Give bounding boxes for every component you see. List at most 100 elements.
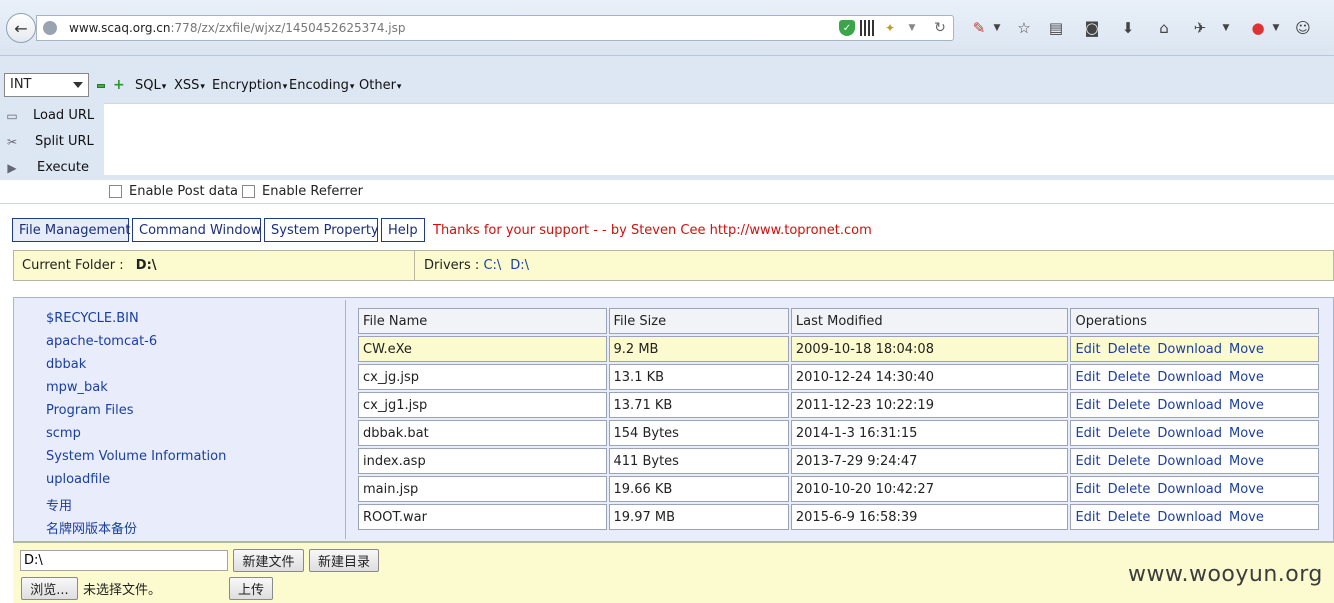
- edit-link[interactable]: Edit: [1075, 370, 1100, 385]
- download-link[interactable]: Download: [1157, 370, 1222, 385]
- delete-link[interactable]: Delete: [1108, 342, 1151, 357]
- file-name[interactable]: CW.eXe: [358, 336, 607, 362]
- qr-icon[interactable]: [860, 20, 876, 36]
- dir-link[interactable]: scmp: [46, 426, 81, 441]
- download-link[interactable]: Download: [1157, 454, 1222, 469]
- split-url-label: Split URL: [35, 134, 94, 149]
- plus-icon[interactable]: +: [113, 78, 125, 92]
- tab-command-window[interactable]: Command Window: [132, 218, 261, 242]
- delete-link[interactable]: Delete: [1108, 426, 1151, 441]
- file-name[interactable]: main.jsp: [358, 476, 607, 502]
- edit-link[interactable]: Edit: [1075, 510, 1100, 525]
- addon-icon[interactable]: ✈: [1189, 17, 1211, 39]
- emoji-icon[interactable]: ☺: [1292, 17, 1314, 39]
- execute-button[interactable]: ▶ Execute: [0, 157, 100, 179]
- shield-icon[interactable]: ✓: [839, 20, 855, 36]
- menu-sql[interactable]: SQL: [135, 78, 166, 93]
- move-link[interactable]: Move: [1229, 370, 1264, 385]
- back-icon[interactable]: ←: [6, 13, 36, 43]
- drive-link-c[interactable]: C:\: [483, 258, 501, 273]
- menu-encoding[interactable]: Encoding: [289, 78, 354, 93]
- move-link[interactable]: Move: [1229, 426, 1264, 441]
- menu-xss[interactable]: XSS: [174, 78, 205, 93]
- file-name[interactable]: cx_jg1.jsp: [358, 392, 607, 418]
- move-link[interactable]: Move: [1229, 482, 1264, 497]
- tab-file-management[interactable]: File Management: [12, 218, 131, 242]
- file-name[interactable]: dbbak.bat: [358, 420, 607, 446]
- new-directory-button[interactable]: 新建目录: [309, 549, 379, 572]
- dir-link[interactable]: dbbak: [46, 357, 86, 372]
- file-size: 9.2 MB: [608, 336, 789, 362]
- drive-link-d[interactable]: D:\: [510, 258, 529, 273]
- move-link[interactable]: Move: [1229, 342, 1264, 357]
- move-link[interactable]: Move: [1229, 454, 1264, 469]
- upload-button[interactable]: 上传: [229, 577, 273, 600]
- move-link[interactable]: Move: [1229, 510, 1264, 525]
- overflow-icon[interactable]: ▼: [1215, 17, 1237, 39]
- dir-link[interactable]: $RECYCLE.BIN: [46, 311, 139, 326]
- download-link[interactable]: Download: [1157, 482, 1222, 497]
- operations-cell: Edit Delete Download Move: [1070, 336, 1319, 362]
- dir-link[interactable]: Program Files: [46, 403, 134, 418]
- file-name[interactable]: index.asp: [358, 448, 607, 474]
- browse-button[interactable]: 浏览...: [21, 577, 78, 600]
- path-input[interactable]: [20, 550, 228, 571]
- column-header: File Name: [358, 308, 607, 334]
- dir-link[interactable]: apache-tomcat-6: [46, 334, 157, 349]
- enable-post-checkbox[interactable]: Enable Post data: [109, 183, 238, 199]
- checkbox-box[interactable]: [242, 184, 255, 198]
- new-file-button[interactable]: 新建文件: [233, 549, 304, 572]
- menu-other[interactable]: Other: [359, 78, 401, 93]
- dir-link[interactable]: 名牌网版本备份: [46, 518, 137, 537]
- dir-link[interactable]: uploadfile: [46, 472, 110, 487]
- delete-link[interactable]: Delete: [1108, 510, 1151, 525]
- reading-list-icon[interactable]: ▤: [1045, 17, 1067, 39]
- menu-encryption[interactable]: Encryption: [212, 78, 287, 93]
- url-bar[interactable]: www.scaq.org.cn:778/zx/zxfile/wjxz/14504…: [36, 15, 954, 41]
- split-url-button[interactable]: ✂ Split URL: [0, 131, 100, 153]
- file-modified: 2013-7-29 9:24:47: [790, 448, 1069, 474]
- reload-icon[interactable]: ↻: [932, 20, 948, 36]
- star-icon[interactable]: ☆: [1013, 17, 1035, 39]
- webshell-page: File Management Command Window System Pr…: [0, 203, 1334, 603]
- dir-link[interactable]: System Volume Information: [46, 449, 226, 464]
- operations-cell: Edit Delete Download Move: [1070, 392, 1319, 418]
- operations-cell: Edit Delete Download Move: [1070, 476, 1319, 502]
- download-icon[interactable]: ⬇: [1117, 17, 1139, 39]
- search-dropdown-icon[interactable]: ▼: [986, 17, 1008, 39]
- home-icon[interactable]: ⌂: [1153, 17, 1175, 39]
- edit-link[interactable]: Edit: [1075, 426, 1100, 441]
- edit-link[interactable]: Edit: [1075, 454, 1100, 469]
- download-link[interactable]: Download: [1157, 398, 1222, 413]
- edit-link[interactable]: Edit: [1075, 398, 1100, 413]
- current-folder-value: D:\: [135, 258, 157, 273]
- play-icon: ▶: [7, 161, 17, 175]
- dropdown-icon[interactable]: ▼: [904, 20, 920, 36]
- edit-link[interactable]: Edit: [1075, 342, 1100, 357]
- download-link[interactable]: Download: [1157, 342, 1222, 357]
- minus-icon[interactable]: [97, 84, 105, 88]
- dir-link[interactable]: mpw_bak: [46, 380, 108, 395]
- file-name[interactable]: cx_jg.jsp: [358, 364, 607, 390]
- delete-link[interactable]: Delete: [1108, 398, 1151, 413]
- delete-link[interactable]: Delete: [1108, 370, 1151, 385]
- pocket-icon[interactable]: ◙: [1081, 17, 1103, 39]
- extension-icon[interactable]: ✦: [882, 20, 898, 36]
- hackbar-type-select[interactable]: INT: [4, 73, 89, 97]
- tab-system-property[interactable]: System Property: [264, 218, 379, 242]
- dir-link[interactable]: 专用: [46, 495, 72, 514]
- url-text[interactable]: www.scaq.org.cn:778/zx/zxfile/wjxz/14504…: [69, 21, 406, 35]
- download-link[interactable]: Download: [1157, 426, 1222, 441]
- profile-dropdown-icon[interactable]: ▼: [1265, 17, 1287, 39]
- tab-help[interactable]: Help: [381, 218, 425, 242]
- load-url-button[interactable]: ▭ Load URL: [0, 105, 100, 127]
- edit-link[interactable]: Edit: [1075, 482, 1100, 497]
- hackbar-url-textarea[interactable]: [104, 103, 1334, 175]
- enable-referrer-checkbox[interactable]: Enable Referrer: [242, 183, 363, 199]
- move-link[interactable]: Move: [1229, 398, 1264, 413]
- delete-link[interactable]: Delete: [1108, 454, 1151, 469]
- delete-link[interactable]: Delete: [1108, 482, 1151, 497]
- download-link[interactable]: Download: [1157, 510, 1222, 525]
- file-name[interactable]: ROOT.war: [358, 504, 607, 530]
- checkbox-box[interactable]: [109, 184, 122, 198]
